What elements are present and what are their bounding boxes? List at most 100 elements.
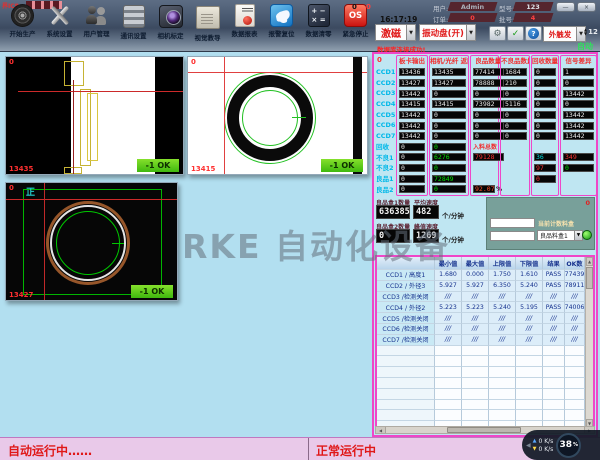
table-row[interactable]: CCD1 / 高度11.6800.0001.7501.610PASS77439 (377, 270, 585, 281)
measure-tick (292, 117, 306, 118)
stats-cell: 0 (532, 99, 558, 110)
vertical-scrollbar[interactable]: ▲ ▼ (585, 257, 593, 428)
column-header: 上限值 (489, 257, 516, 270)
cell-empty (377, 400, 435, 411)
stat-value: 0 (563, 100, 594, 108)
good-box2-count: 0 (376, 229, 410, 243)
table-row-empty (377, 356, 585, 367)
stats-group-0: 板卡输出134361342713442134151344213442134420… (396, 55, 428, 196)
cell-empty (565, 356, 585, 367)
stats-row-label: 不良1 (375, 153, 396, 164)
cell-value: 5.927 (435, 281, 462, 292)
toolbar-item-vision-teaching[interactable]: 视觉教导 (189, 4, 226, 42)
tray-input-2[interactable] (490, 231, 535, 241)
cell-empty (543, 367, 565, 378)
cell-value: /// (543, 292, 565, 303)
cell-value: /// (516, 292, 543, 303)
column-header: 最小值 (435, 257, 462, 270)
confirm-button[interactable]: ✓ (507, 26, 524, 41)
trigger-count-stepper[interactable]: ▲▼ 12 (584, 28, 598, 36)
stop-counter-black: 0 (352, 3, 357, 11)
table-row[interactable]: CCD7 /检测关闭////////////////// (377, 335, 585, 346)
toolbar-item-system-settings[interactable]: 系统设置 (41, 4, 78, 42)
toolbar-item-camera-calibration[interactable]: 相机标定 (152, 4, 189, 42)
camera-view-ccd1[interactable]: 0 13435 -1 OK (5, 56, 184, 175)
stats-row-labels: 0CCD1CCD2CCD3CCD4CCD5CCD6CCD7回收不良1不良2良品1… (375, 55, 396, 196)
stepper-arrows-icon[interactable]: ▲▼ (584, 28, 587, 36)
scrollbar-thumb[interactable] (586, 267, 593, 289)
stats-cell: 0 (561, 163, 596, 174)
toolbar-item-data-clear[interactable]: 数据清零 (300, 4, 337, 42)
close-button[interactable]: × (577, 2, 596, 12)
cell-empty (435, 367, 462, 378)
excitation-dropdown[interactable]: 激磁 ▼ (375, 24, 416, 41)
stats-cell (501, 163, 529, 174)
camera3-result-badge: -1 OK (131, 285, 173, 298)
stats-cell: 0 (532, 173, 558, 184)
camera-view-ccd3[interactable]: 正 0 13427 -1 OK (5, 182, 178, 301)
cell-value: 5.223 (462, 302, 489, 313)
toolbar-item-start-production[interactable]: 开始生产 (4, 4, 41, 42)
toolbar-item-data-report[interactable]: 数据报表 (226, 4, 263, 42)
toolbar-item-user-management[interactable]: 用户管理 (78, 4, 115, 42)
camera-view-ccd2[interactable]: 0 13415 -1 OK (187, 56, 368, 175)
stats-group-title: 相机/光纤 返回 (430, 56, 468, 67)
scrollbar-thumb[interactable] (447, 427, 521, 433)
stats-cell: 13442 (561, 131, 596, 142)
stats-cell: 0 (532, 88, 558, 99)
chevron-down-icon[interactable]: ▼ (407, 24, 416, 41)
toolbar-item-alarm-reset[interactable]: 报警复位 (263, 4, 300, 42)
data-report-icon (235, 4, 255, 27)
toolbar-item-label: 系统设置 (47, 28, 73, 38)
cell-empty (462, 356, 489, 367)
cell-value: /// (516, 324, 543, 335)
help-button[interactable]: ? (525, 26, 542, 41)
toolbar-item-comm-settings[interactable]: 通讯设置 (115, 4, 152, 42)
cell-value: 74006 (565, 302, 585, 313)
upload-rate: 0 K/s (538, 438, 553, 445)
stats-cell: 1 (561, 67, 596, 78)
table-row[interactable]: CCD6 /检测关闭////////////////// (377, 324, 585, 335)
stats-cell: 349 (561, 152, 596, 163)
cell-value: /// (543, 324, 565, 335)
trigger-mode-dropdown[interactable]: 外触发 ▼ (543, 26, 586, 42)
table-row[interactable]: CCD3 /检测关闭////////////////// (377, 292, 585, 303)
cell-empty (377, 389, 435, 400)
table-row[interactable]: CCD4 / 外径25.2235.2235.2405.195PASS74006 (377, 302, 585, 313)
auto-mode-label: 自动 (577, 41, 593, 52)
stat-value: 0 (503, 132, 527, 140)
column-header: 最大值 (462, 257, 489, 270)
camera1-result-badge: -1 OK (137, 159, 179, 172)
crosshair-vertical-line (224, 57, 225, 174)
stats-cell: 0 (397, 173, 427, 184)
measure-circle-inner (242, 90, 298, 146)
vibration-bowl-dropdown[interactable]: 振动盘(开) ▼ (419, 24, 476, 41)
scroll-left-icon[interactable]: ◀ (376, 427, 386, 433)
tray-input-1[interactable] (490, 218, 535, 228)
stats-group-4: 回收数量000000036970 (531, 55, 559, 196)
stat-value: 1684 (503, 68, 527, 76)
stats-group-title: 板卡输出 (397, 56, 427, 67)
tray-dropdown[interactable]: 良品料盒1 ▼ (537, 230, 583, 241)
stat-value: 13442 (399, 122, 425, 130)
cell-value: 5.195 (516, 302, 543, 313)
collapse-arrow-icon[interactable]: ◀ (526, 442, 531, 449)
table-row[interactable]: CCD2 / 外径35.9275.9276.3505.240PASS78911 (377, 281, 585, 292)
chevron-down-icon[interactable]: ▼ (467, 24, 476, 41)
user-value: Admin (449, 3, 496, 11)
cell-empty (435, 346, 462, 357)
batch-value: 4 (514, 14, 552, 22)
cell-empty (435, 356, 462, 367)
scroll-up-icon[interactable]: ▲ (586, 257, 593, 266)
stats-cell: 0 (397, 152, 427, 163)
row-label: CCD5 /检测关闭 (377, 313, 435, 324)
minimize-button[interactable]: — (556, 2, 575, 12)
crosshair-vertical-line (73, 80, 74, 174)
settings-button[interactable]: ⚙ (489, 26, 506, 41)
tray-dropdown-value: 良品料盒1 (537, 230, 575, 241)
cell-value: /// (489, 313, 516, 324)
stats-cell: 0 (501, 131, 529, 142)
toolbar-item-label: 相机标定 (158, 30, 184, 40)
net-speed-widget[interactable]: ◀ ▲0 K/s ▼0 K/s 38% (522, 430, 600, 460)
table-row[interactable]: CCD5 /检测关闭////////////////// (377, 313, 585, 324)
